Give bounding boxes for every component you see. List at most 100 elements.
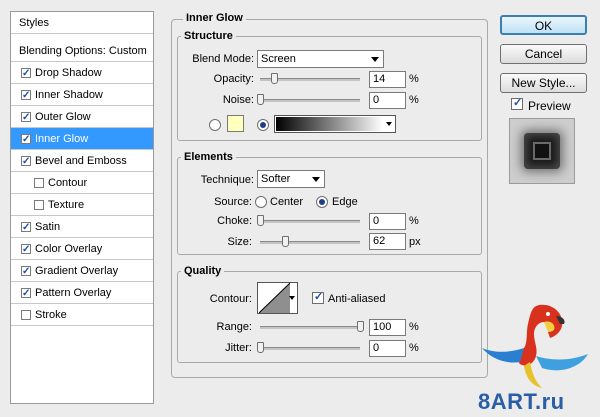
styles-header-label: Styles: [19, 17, 49, 29]
choke-slider-thumb[interactable]: [257, 215, 264, 226]
contour-preview-icon: [259, 283, 290, 313]
noise-slider-thumb[interactable]: [257, 94, 264, 105]
style-item-checkbox[interactable]: [21, 151, 31, 173]
anti-aliased-checkbox[interactable]: [312, 290, 324, 304]
style-item-checkbox[interactable]: [21, 283, 31, 305]
style-item-contour[interactable]: Contour: [11, 172, 153, 194]
source-center-label: Center: [270, 196, 304, 208]
gradient-preview: [276, 117, 383, 131]
style-item-checkbox[interactable]: [21, 261, 31, 283]
style-item-color-overlay[interactable]: Color Overlay: [11, 238, 153, 261]
gradient-picker[interactable]: [274, 115, 396, 133]
style-item-inner-glow[interactable]: Inner Glow: [11, 128, 153, 151]
blending-options-item[interactable]: Blending Options: Custom: [11, 40, 153, 62]
jitter-slider-thumb[interactable]: [257, 342, 264, 353]
chevron-down-icon: [289, 296, 295, 300]
style-item-bevel-and-emboss[interactable]: Bevel and Emboss: [11, 150, 153, 173]
style-item-label: Pattern Overlay: [35, 287, 112, 299]
blend-mode-value: Screen: [261, 53, 296, 65]
opacity-unit: %: [409, 73, 419, 85]
style-item-checkbox[interactable]: [21, 239, 31, 261]
size-slider-thumb[interactable]: [282, 236, 289, 247]
watermark-text: 8ART.ru: [478, 389, 565, 414]
technique-label: Technique:: [200, 174, 254, 186]
parrot-logo-icon: [482, 304, 588, 388]
preview-checkbox[interactable]: [511, 96, 523, 110]
style-item-satin[interactable]: Satin: [11, 216, 153, 239]
style-item-label: Stroke: [35, 309, 67, 321]
style-item-checkbox[interactable]: [21, 107, 31, 129]
style-item-checkbox[interactable]: [21, 85, 31, 107]
style-item-label: Inner Glow: [35, 133, 89, 145]
style-item-inner-shadow[interactable]: Inner Shadow: [11, 84, 153, 107]
opacity-field[interactable]: 14: [369, 71, 406, 88]
style-item-label: Contour: [48, 177, 88, 189]
style-item-checkbox[interactable]: [21, 63, 31, 85]
anti-aliased-label: Anti-aliased: [328, 293, 386, 305]
gradient-radio[interactable]: [257, 119, 269, 131]
style-item-label: Color Overlay: [35, 243, 103, 255]
technique-value: Softer: [261, 173, 291, 185]
range-slider-thumb[interactable]: [357, 321, 364, 332]
choke-field[interactable]: 0: [369, 213, 406, 230]
preview-inner: [533, 142, 551, 160]
style-item-label: Satin: [35, 221, 61, 233]
structure-title: Structure: [181, 30, 236, 42]
style-item-checkbox[interactable]: [21, 217, 31, 239]
range-field[interactable]: 100: [369, 319, 406, 336]
style-item-stroke[interactable]: Stroke: [11, 304, 153, 326]
solid-color-radio[interactable]: [209, 119, 221, 131]
noise-slider[interactable]: [260, 99, 360, 102]
noise-field[interactable]: 0: [369, 92, 406, 109]
ok-button[interactable]: OK: [500, 15, 587, 35]
source-label: Source:: [214, 196, 252, 208]
noise-label: Noise:: [222, 94, 254, 106]
glow-color-swatch[interactable]: [227, 115, 244, 132]
style-item-texture[interactable]: Texture: [11, 194, 153, 216]
opacity-label: Opacity:: [213, 73, 254, 85]
size-label: Size:: [227, 236, 252, 248]
style-item-pattern-overlay[interactable]: Pattern Overlay: [11, 282, 153, 305]
chevron-down-icon: [386, 122, 392, 126]
opacity-slider-thumb[interactable]: [271, 73, 278, 84]
style-item-gradient-overlay[interactable]: Gradient Overlay: [11, 260, 153, 283]
jitter-slider[interactable]: [260, 347, 360, 350]
styles-header[interactable]: Styles: [11, 12, 153, 34]
style-item-checkbox[interactable]: [34, 200, 44, 210]
preview-label: Preview: [528, 99, 571, 113]
blend-mode-dropdown[interactable]: Screen: [257, 50, 384, 68]
style-item-checkbox[interactable]: [34, 178, 44, 188]
preview-swatch: [524, 133, 560, 169]
technique-dropdown[interactable]: Softer: [257, 170, 325, 188]
style-item-drop-shadow[interactable]: Drop Shadow: [11, 62, 153, 85]
style-item-checkbox[interactable]: [21, 129, 31, 151]
cancel-button[interactable]: Cancel: [500, 44, 587, 64]
blending-options-label: Blending Options: Custom: [19, 45, 147, 57]
range-unit: %: [409, 321, 419, 333]
choke-label: Choke:: [217, 215, 252, 227]
style-item-label: Bevel and Emboss: [35, 155, 127, 167]
elements-title: Elements: [181, 151, 236, 163]
range-slider[interactable]: [260, 326, 360, 329]
size-unit: px: [409, 236, 421, 248]
jitter-field[interactable]: 0: [369, 340, 406, 357]
chevron-down-icon: [371, 57, 379, 62]
contour-label: Contour:: [209, 293, 252, 305]
size-slider[interactable]: [260, 241, 360, 244]
style-item-label: Outer Glow: [35, 111, 91, 123]
style-item-outer-glow[interactable]: Outer Glow: [11, 106, 153, 129]
styles-list-panel: Styles Blending Options: Custom Drop Sha…: [10, 11, 154, 404]
style-item-checkbox[interactable]: [21, 310, 31, 320]
source-edge-radio[interactable]: [316, 196, 328, 208]
source-center-radio[interactable]: [255, 196, 267, 208]
chevron-down-icon: [312, 177, 320, 182]
choke-slider[interactable]: [260, 220, 360, 223]
quality-title: Quality: [181, 265, 225, 277]
style-item-label: Drop Shadow: [35, 67, 102, 79]
size-field[interactable]: 62: [369, 233, 406, 250]
choke-unit: %: [409, 215, 419, 227]
range-label: Range:: [216, 321, 252, 333]
jitter-unit: %: [409, 342, 419, 354]
new-style-button[interactable]: New Style...: [500, 73, 587, 93]
contour-picker[interactable]: [257, 282, 298, 314]
